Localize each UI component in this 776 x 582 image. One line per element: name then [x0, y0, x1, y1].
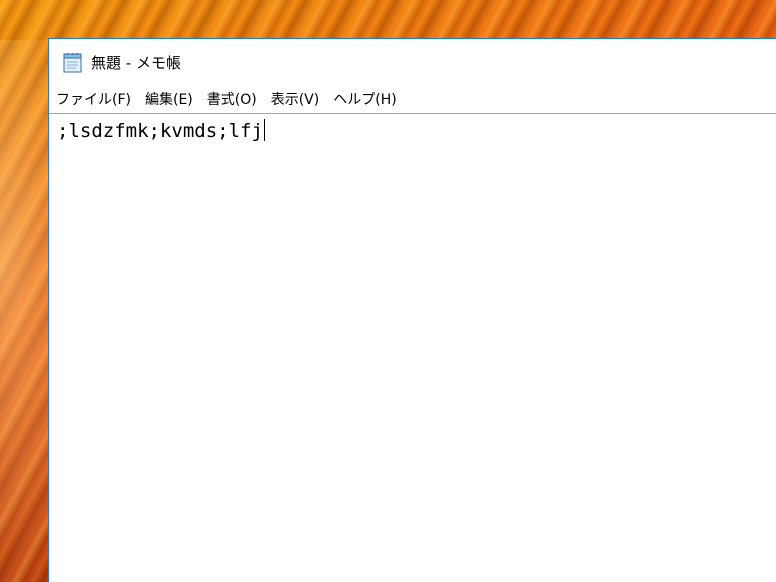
text-caret — [263, 119, 265, 141]
notepad-window[interactable]: 無題 - メモ帳 ファイル(F) 編集(E) 書式(O) 表示(V) ヘルプ(H… — [48, 38, 776, 582]
menu-file[interactable]: ファイル(F) — [49, 87, 138, 111]
menu-view[interactable]: 表示(V) — [264, 87, 327, 111]
editor-text[interactable]: ;lsdzfmk;kvmds;lfj — [57, 120, 263, 142]
menu-edit[interactable]: 編集(E) — [138, 87, 200, 111]
menu-bar: ファイル(F) 編集(E) 書式(O) 表示(V) ヘルプ(H) — [49, 87, 776, 111]
text-editor-area[interactable]: ;lsdzfmk;kvmds;lfj — [49, 114, 776, 582]
menu-format[interactable]: 書式(O) — [200, 87, 264, 111]
notepad-icon[interactable] — [63, 51, 83, 73]
menu-help[interactable]: ヘルプ(H) — [326, 87, 403, 111]
title-bar[interactable]: 無題 - メモ帳 — [49, 39, 776, 85]
window-title: 無題 - メモ帳 — [91, 53, 181, 72]
